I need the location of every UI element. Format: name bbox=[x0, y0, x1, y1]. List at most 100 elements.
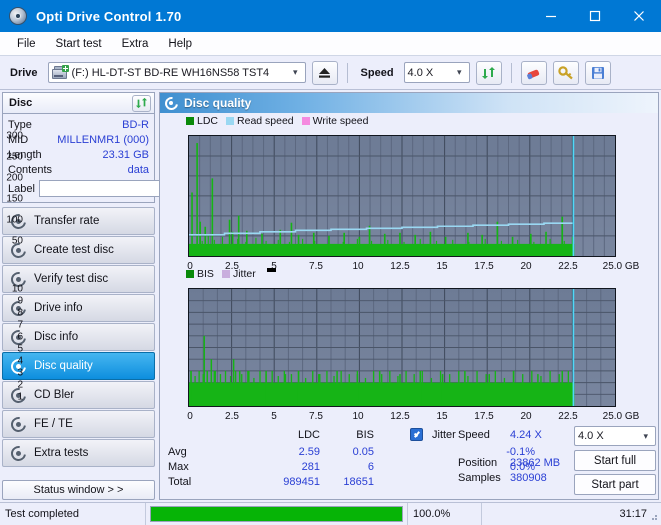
x-tick: 22.5 bbox=[558, 411, 578, 422]
stats-max-bis: 6 bbox=[367, 461, 374, 473]
menu-file[interactable]: File bbox=[8, 35, 45, 53]
result-speed-label: Speed bbox=[458, 429, 490, 441]
disc-type-value: BD-R bbox=[122, 118, 149, 131]
ldc-chart: LDC Read speed Write speed 300 250 200 1… bbox=[6, 113, 658, 275]
bis-plot-svg bbox=[189, 289, 615, 406]
drive-select-value: (F:) HL-DT-ST BD-RE WH16NS58 TST4 bbox=[71, 66, 270, 79]
sidebar-item-transfer-rate[interactable]: Transfer rate bbox=[2, 207, 155, 235]
drive-select[interactable]: (F:) HL-DT-ST BD-RE WH16NS58 TST4 ▾ bbox=[47, 62, 306, 83]
content-title: Disc quality bbox=[184, 96, 252, 110]
title-bar: Opti Drive Control 1.70 bbox=[0, 0, 661, 32]
save-button[interactable] bbox=[584, 60, 611, 85]
speed-select[interactable]: 4.0 X ▾ bbox=[403, 62, 470, 83]
menu-extra[interactable]: Extra bbox=[113, 35, 158, 53]
refresh-button[interactable] bbox=[475, 60, 502, 85]
disc-panel-header: Disc bbox=[3, 93, 154, 114]
sidebar-label: Extra tests bbox=[34, 447, 89, 459]
x-tick: 10 bbox=[352, 411, 364, 422]
x-tick: 20 bbox=[520, 411, 532, 422]
bis-chart: BIS Jitter 10 9 8 7 6 5 4 3 2 1 0 2.5 5 … bbox=[12, 265, 658, 425]
bis-x-axis: 0 2.5 5 7.5 10 12.5 15 17.5 20 22.5 25.0… bbox=[160, 411, 658, 424]
start-full-button[interactable]: Start full bbox=[574, 450, 656, 471]
chevron-down-icon: ▾ bbox=[293, 67, 298, 77]
x-tick: 0 bbox=[187, 411, 193, 422]
x-tick: 15 bbox=[436, 411, 448, 422]
disc-quality-icon bbox=[162, 93, 181, 113]
sidebar-item-create-test-disc[interactable]: Create test disc bbox=[2, 236, 155, 264]
ldc-plot-svg bbox=[189, 136, 615, 256]
disc-row-mid: MID MILLENMR1 (000) bbox=[8, 132, 149, 147]
sidebar-label: Transfer rate bbox=[34, 215, 100, 227]
legend-item-ldc: LDC bbox=[186, 115, 218, 127]
sidebar-item-disc-quality[interactable]: Disc quality bbox=[2, 352, 155, 380]
sidebar-label: Disc info bbox=[34, 331, 79, 343]
y-tick: 4 bbox=[17, 355, 23, 367]
disc-row-type: Type BD-R bbox=[8, 117, 149, 132]
test-speed-select[interactable]: 4.0 X ▾ bbox=[574, 426, 656, 446]
minimize-icon[interactable] bbox=[529, 0, 573, 32]
y-tick: 150 bbox=[6, 193, 23, 205]
y-tick: 50 bbox=[11, 235, 23, 247]
sidebar-item-disc-info[interactable]: Disc info bbox=[2, 323, 155, 351]
jitter-color-swatch bbox=[221, 269, 230, 278]
progress-percent: 100.0% bbox=[408, 502, 482, 525]
legend-label-ldc: LDC bbox=[197, 114, 219, 127]
y-tick: 6 bbox=[17, 331, 23, 343]
status-window-button[interactable]: Status window > > bbox=[2, 480, 155, 500]
x-tick: 12.5 bbox=[390, 411, 410, 422]
eject-button[interactable] bbox=[311, 60, 338, 85]
y-tick: 7 bbox=[17, 319, 23, 331]
test-controls: Speed 4.24 X Position 23862 MB Samples 3… bbox=[458, 425, 656, 499]
bis-plot bbox=[188, 288, 616, 407]
erase-button[interactable] bbox=[520, 60, 547, 85]
key-button[interactable] bbox=[552, 60, 579, 85]
stats-col-bis: BIS bbox=[356, 429, 374, 441]
bis-chart-legend: BIS Jitter bbox=[186, 267, 276, 280]
start-part-button[interactable]: Start part bbox=[574, 474, 656, 495]
read-speed-color-swatch bbox=[226, 116, 235, 125]
jitter-checkbox[interactable] bbox=[410, 428, 423, 441]
bis-plot-area: 10 9 8 7 6 5 4 3 2 1 0 2.5 5 7.5 10 12.5… bbox=[12, 280, 658, 425]
disc-type-label: Type bbox=[8, 118, 32, 131]
window-controls bbox=[529, 0, 661, 32]
legend-label-write-speed: Write speed bbox=[312, 114, 369, 127]
x-tick: 2.5 bbox=[225, 411, 239, 422]
chevron-down-icon: ▾ bbox=[457, 67, 462, 77]
status-message: Test completed bbox=[0, 502, 146, 525]
menu-help[interactable]: Help bbox=[159, 35, 201, 53]
sidebar-item-fe-te[interactable]: FE / TE bbox=[2, 410, 155, 438]
result-speed-value: 4.24 X bbox=[510, 429, 542, 441]
ldc-plot bbox=[188, 135, 616, 257]
main-area: Disc Type BD-R MID MILLENMR1 (000) Lengt… bbox=[0, 90, 661, 502]
maximize-icon[interactable] bbox=[573, 0, 617, 32]
drive-label: Drive bbox=[10, 66, 38, 79]
legend-item-jitter: Jitter bbox=[221, 267, 256, 280]
menu-start-test[interactable]: Start test bbox=[47, 35, 111, 53]
sidebar-nav: Transfer rate Create test disc Verify te… bbox=[2, 207, 155, 467]
toolbar: Drive (F:) HL-DT-ST BD-RE WH16NS58 TST4 … bbox=[0, 56, 661, 90]
legend-label-jitter: Jitter bbox=[232, 267, 256, 280]
resize-grip-icon[interactable] bbox=[647, 510, 659, 522]
x-axis-unit: 25.0 GB bbox=[602, 411, 640, 422]
sidebar-item-cd-bler[interactable]: CD Bler bbox=[2, 381, 155, 409]
disc-row-contents: Contents data bbox=[8, 162, 149, 177]
disc-row-length: Length 23.31 GB bbox=[8, 147, 149, 162]
elapsed-time: 31:17 bbox=[619, 507, 647, 520]
disc-panel-title: Disc bbox=[9, 97, 33, 109]
sidebar-label: Verify test disc bbox=[34, 273, 109, 285]
x-tick: 5 bbox=[271, 411, 277, 422]
stats-avg-ldc: 2.59 bbox=[298, 446, 320, 458]
sidebar-label: CD Bler bbox=[34, 389, 75, 401]
disc-mid-value: MILLENMR1 (000) bbox=[57, 133, 149, 146]
y-tick: 250 bbox=[6, 151, 23, 163]
app-window: Opti Drive Control 1.70 File Start test … bbox=[0, 0, 661, 525]
optical-drive-icon bbox=[51, 64, 69, 80]
sidebar-item-drive-info[interactable]: Drive info bbox=[2, 294, 155, 322]
disc-label-row: Label bbox=[8, 179, 241, 198]
disc-refresh-button[interactable] bbox=[132, 94, 151, 112]
sidebar-item-verify-test-disc[interactable]: Verify test disc bbox=[2, 265, 155, 293]
sidebar-item-extra-tests[interactable]: Extra tests bbox=[2, 439, 155, 467]
close-icon[interactable] bbox=[617, 0, 661, 32]
disc-test-icon bbox=[8, 413, 29, 435]
app-disc-icon bbox=[8, 6, 28, 26]
